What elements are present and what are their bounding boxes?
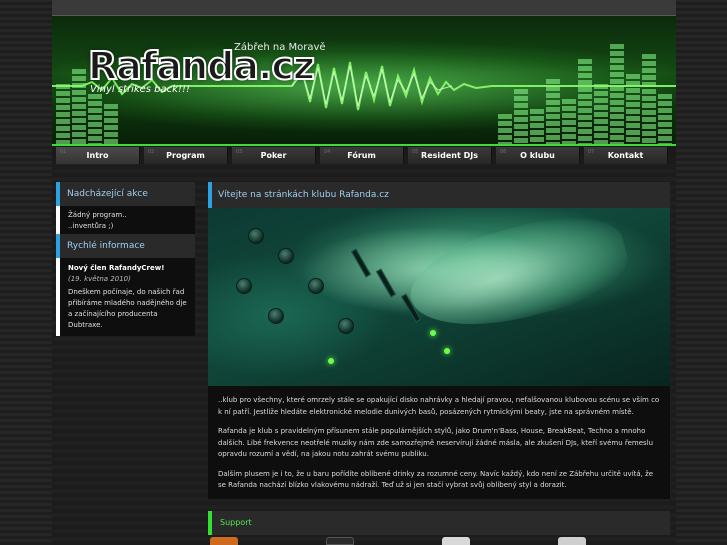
upcoming-events-body: Žádný program.. ..inventůra ;) [56,206,195,237]
nav-item-label: O klubu [520,151,555,160]
nav-item-o-klubu[interactable]: 06 O klubu [496,147,580,165]
upcoming-events-box: Nadcházející akce Žádný program.. ..inve… [56,182,195,237]
news-date: (19. května 2010) [68,275,131,283]
support-title: Support [208,511,670,535]
nav-item-number: 02 [148,149,155,155]
hero-dj-mixer-image [208,208,670,386]
nav-item-label: Fórum [347,151,376,160]
nav-item-label: Poker [260,151,287,160]
page-background-left [0,0,52,545]
intro-paragraph: Rafanda je klub s pravidelným přísunem s… [218,427,654,458]
nav-item-intro[interactable]: 01 Intro [56,147,140,165]
nav-item-forum[interactable]: 04 Fórum [320,147,404,165]
nav-item-label: Program [166,151,205,160]
nav-item-label: Kontakt [607,151,644,160]
nav-item-number: 07 [588,149,595,155]
nav-item-number: 01 [60,149,67,155]
nav-item-kontakt[interactable]: 07 Kontakt [584,147,668,165]
upcoming-events-line: Žádný program.. [68,211,127,219]
quick-info-title: Rychlé informace [56,234,195,258]
upcoming-events-title: Nadcházející akce [56,182,195,206]
site-container: Rafanda.cz Zábřeh na Moravě Vinyl strike… [52,0,676,545]
top-strip [52,0,676,16]
main-text-block: ..klub pro všechny, které omrzely stále … [208,386,670,499]
upcoming-events-line: ..inventůra ;) [68,222,114,230]
nav-item-label: Resident DJs [421,151,478,160]
nav-item-number: 05 [412,149,419,155]
logo-town-label: Zábřeh na Moravě [234,42,326,53]
nav-item-number: 06 [500,149,507,155]
nav-item-label: Intro [86,151,109,160]
page-background-right [676,0,727,545]
news-title[interactable]: Nový člen RafandyCrew! [68,263,189,274]
quick-info-body: Nový člen RafandyCrew! (19. května 2010)… [56,258,195,336]
logo-tagline: Vinyl strikes back!!! [90,84,190,95]
main-navigation: 01 Intro 02 Program 03 Poker 04 Fórum 05… [52,144,676,165]
sponsor-logo[interactable] [442,537,470,545]
intro-paragraph: ..klub pro všechny, které omrzely stále … [218,396,660,416]
main-title: Vítejte na stránkách klubu Rafanda.cz [208,182,670,208]
sponsor-logo[interactable] [326,537,354,545]
header-banner: Rafanda.cz Zábřeh na Moravě Vinyl strike… [52,16,676,144]
hand-graphic [400,208,636,345]
support-logos-row [208,537,670,545]
nav-item-number: 03 [236,149,243,155]
quick-info-box: Rychlé informace Nový člen RafandyCrew! … [56,234,195,336]
sponsor-logo[interactable] [558,537,586,545]
nav-item-resident-djs[interactable]: 05 Resident DJs [408,147,492,165]
sponsor-logo[interactable] [210,537,238,545]
news-body: Dneškem počínaje, do našich řad přibírám… [68,288,187,329]
nav-item-program[interactable]: 02 Program [144,147,228,165]
intro-paragraph: Dalším plusem je i to, že u baru pořídít… [218,469,654,490]
nav-item-number: 04 [324,149,331,155]
nav-item-poker[interactable]: 03 Poker [232,147,316,165]
